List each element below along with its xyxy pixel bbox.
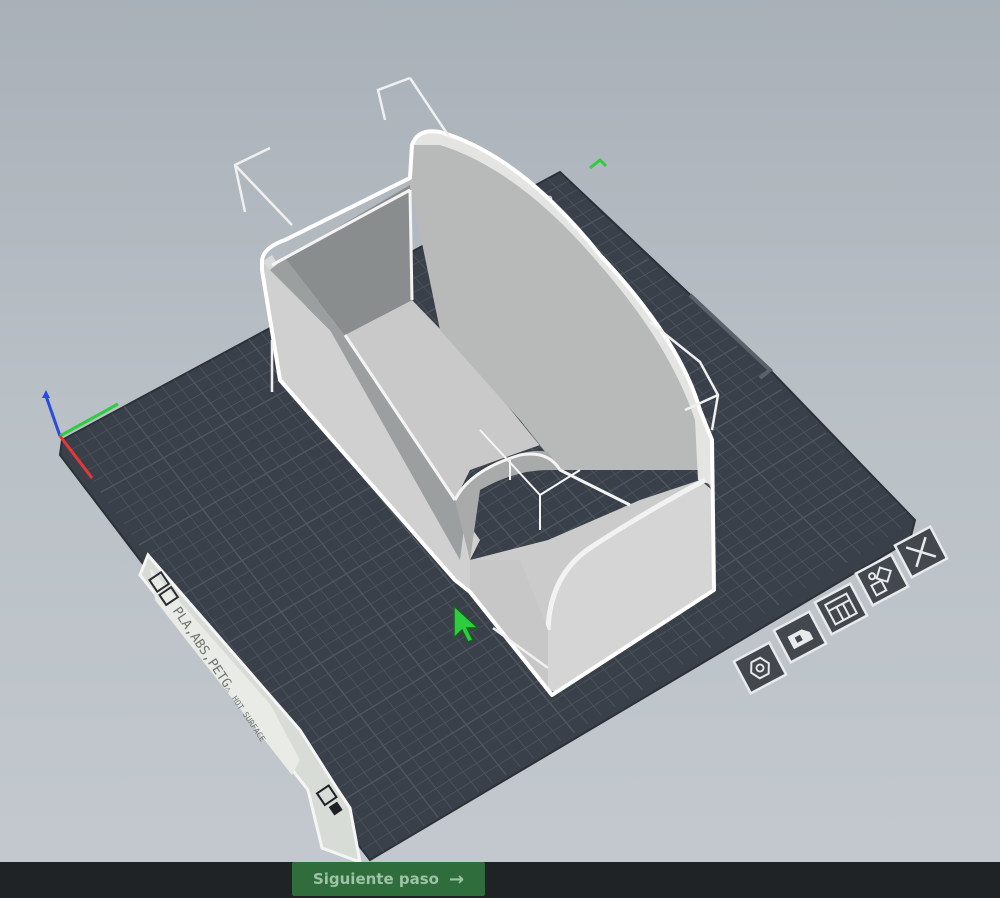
settings-tool-button[interactable] [732, 641, 788, 695]
bottom-bar [0, 862, 1000, 898]
next-step-button[interactable]: Siguiente paso → [292, 862, 485, 896]
z-axis-arrow [42, 390, 50, 398]
green-corner-marker [589, 157, 608, 170]
z-axis-line [44, 395, 62, 437]
next-step-label: Siguiente paso [312, 870, 439, 888]
arrow-right-icon: → [448, 868, 465, 890]
support-tool-button[interactable] [772, 610, 828, 664]
3d-viewport[interactable]: 88 [0, 0, 1000, 898]
